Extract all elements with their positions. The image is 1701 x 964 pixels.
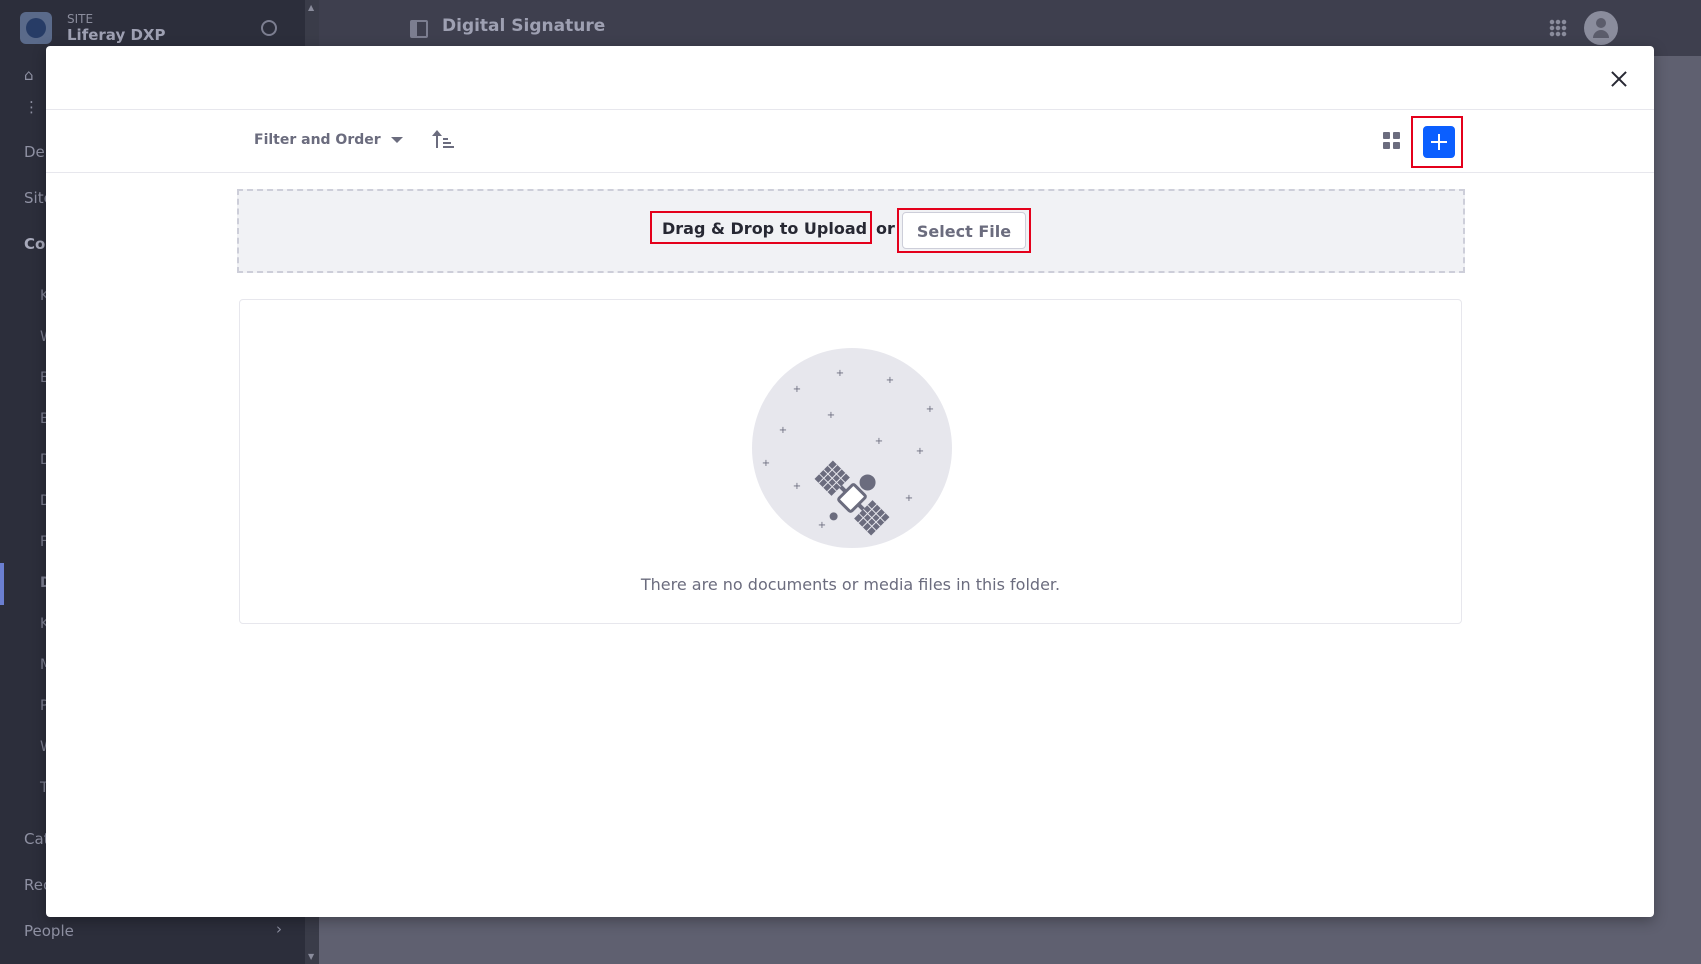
select-file-button[interactable]: Select File	[902, 212, 1026, 249]
site-kicker: SITE	[67, 12, 94, 26]
apps-grid-icon[interactable]	[1549, 19, 1567, 37]
upload-dropzone[interactable]: Drag & Drop to Upload or Select File	[237, 189, 1465, 273]
management-toolbar: Filter and Order	[46, 110, 1654, 173]
toggle-panel-icon[interactable]	[410, 20, 428, 38]
svg-text:+: +	[827, 410, 835, 421]
close-icon[interactable]	[1606, 66, 1632, 92]
cards-view-icon[interactable]	[1383, 132, 1401, 150]
chevron-right-icon[interactable]: ›	[276, 920, 282, 938]
page-title: Digital Signature	[442, 16, 606, 36]
sidebar-item-content[interactable]: Co	[24, 235, 45, 253]
modal-header	[46, 46, 1654, 110]
empty-state-message: There are no documents or media files in…	[640, 575, 1061, 594]
svg-text:+: +	[836, 368, 844, 379]
sitemap-icon[interactable]: ⋮	[24, 98, 39, 116]
svg-text:+: +	[875, 436, 883, 447]
scroll-up-icon[interactable]: ▲	[308, 3, 314, 12]
site-name[interactable]: Liferay DXP	[67, 26, 165, 44]
user-avatar[interactable]	[1584, 11, 1618, 45]
satellite-illustration: + + + + + + + + + + + +	[752, 348, 952, 548]
svg-text:+: +	[905, 493, 913, 504]
empty-state-card: + + + + + + + + + + + + There are no doc…	[239, 299, 1462, 624]
svg-text:+: +	[793, 384, 801, 395]
document-selector-modal: Filter and Order Drag & Drop to Upload o…	[46, 46, 1654, 917]
compass-icon[interactable]	[261, 20, 277, 36]
site-logo[interactable]	[20, 12, 52, 44]
scroll-down-icon[interactable]: ▼	[308, 952, 314, 961]
svg-text:+: +	[916, 446, 924, 457]
sidebar-item-design[interactable]: De	[24, 143, 45, 161]
svg-text:+: +	[818, 520, 826, 531]
svg-text:+: +	[793, 481, 801, 492]
sidebar-item-people[interactable]: People	[24, 922, 74, 940]
svg-text:+: +	[762, 458, 770, 469]
add-button[interactable]	[1423, 126, 1455, 158]
or-label: or	[876, 219, 895, 238]
filter-and-order-label: Filter and Order	[254, 132, 381, 148]
svg-text:+: +	[926, 404, 934, 415]
drag-drop-label: Drag & Drop to Upload	[662, 219, 868, 238]
caret-down-icon	[390, 137, 403, 143]
svg-text:+: +	[779, 425, 787, 436]
svg-text:+: +	[886, 375, 894, 386]
filter-and-order-dropdown[interactable]: Filter and Order	[254, 132, 403, 148]
home-icon[interactable]: ⌂	[24, 66, 34, 84]
sidebar-selection-indicator	[0, 563, 4, 605]
sort-order-icon[interactable]	[432, 130, 457, 152]
